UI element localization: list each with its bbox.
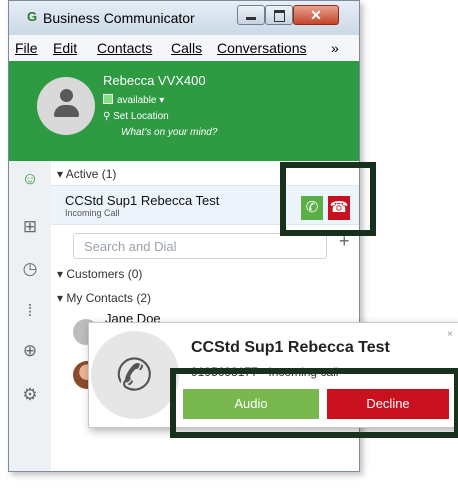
contacts-icon[interactable]: ☺	[20, 169, 40, 189]
titlebar: G Business Communicator ✕	[9, 1, 359, 35]
search-input[interactable]: Search and Dial	[73, 233, 327, 259]
set-location[interactable]: ⚲ Set Location	[103, 111, 169, 122]
history-icon[interactable]: ◷	[20, 259, 40, 279]
presence-icon	[103, 94, 113, 104]
avatar-body	[54, 105, 79, 117]
location-pin-icon: ⚲	[103, 111, 114, 122]
phone-icon: ✆	[111, 348, 157, 403]
minimize-button[interactable]	[237, 5, 265, 25]
profile-name: Rebecca VVX400	[103, 73, 206, 88]
highlight-call-buttons	[280, 162, 376, 236]
group-my-contacts[interactable]: ▾ My Contacts (2)	[57, 291, 151, 305]
avatar[interactable]	[37, 77, 95, 135]
toast-close-icon[interactable]: ×	[447, 329, 453, 340]
keypad-icon[interactable]: ⁞	[20, 301, 40, 321]
menu-edit[interactable]: Edit	[53, 40, 77, 56]
presence-label: available ▾	[117, 95, 165, 106]
settings-icon[interactable]: ⚙	[20, 385, 40, 405]
maximize-button[interactable]	[265, 5, 293, 25]
presence-status[interactable]: available ▾	[103, 94, 164, 106]
menu-contacts[interactable]: Contacts	[97, 40, 152, 56]
communicator-app-icon: G	[27, 9, 38, 24]
menubar: File Edit Contacts Calls Conversations »	[9, 35, 359, 62]
menu-file[interactable]: File	[15, 40, 38, 56]
sidebar: ☺ ⊞ ◷ ⁞ ⊕ ⚙	[9, 161, 52, 471]
toast-avatar: ✆	[91, 331, 179, 419]
toast-caller-name: CCStd Sup1 Rebecca Test	[191, 339, 390, 356]
close-icon: ✕	[310, 7, 322, 23]
globe-icon[interactable]: ⊕	[20, 341, 40, 361]
group-customers[interactable]: ▾ Customers (0)	[57, 267, 142, 281]
call-name: CCStd Sup1 Rebecca Test	[65, 193, 220, 208]
dialpad-icon[interactable]: ⊞	[20, 217, 40, 237]
menu-conversations[interactable]: Conversations	[217, 40, 307, 56]
menu-overflow[interactable]: »	[331, 40, 339, 56]
group-active[interactable]: ▾ Active (1)	[57, 167, 116, 181]
call-status: Incoming Call	[65, 208, 120, 218]
menu-calls[interactable]: Calls	[171, 40, 202, 56]
search-placeholder: Search and Dial	[84, 239, 177, 254]
close-button[interactable]: ✕	[293, 5, 339, 25]
avatar-head	[60, 89, 73, 102]
highlight-toast-buttons	[170, 368, 458, 438]
window-title: Business Communicator	[43, 10, 195, 26]
location-label: Set Location	[113, 111, 169, 122]
status-message[interactable]: What's on your mind?	[121, 127, 217, 138]
profile-header: Rebecca VVX400 available ▾ ⚲ Set Locatio…	[9, 61, 359, 161]
